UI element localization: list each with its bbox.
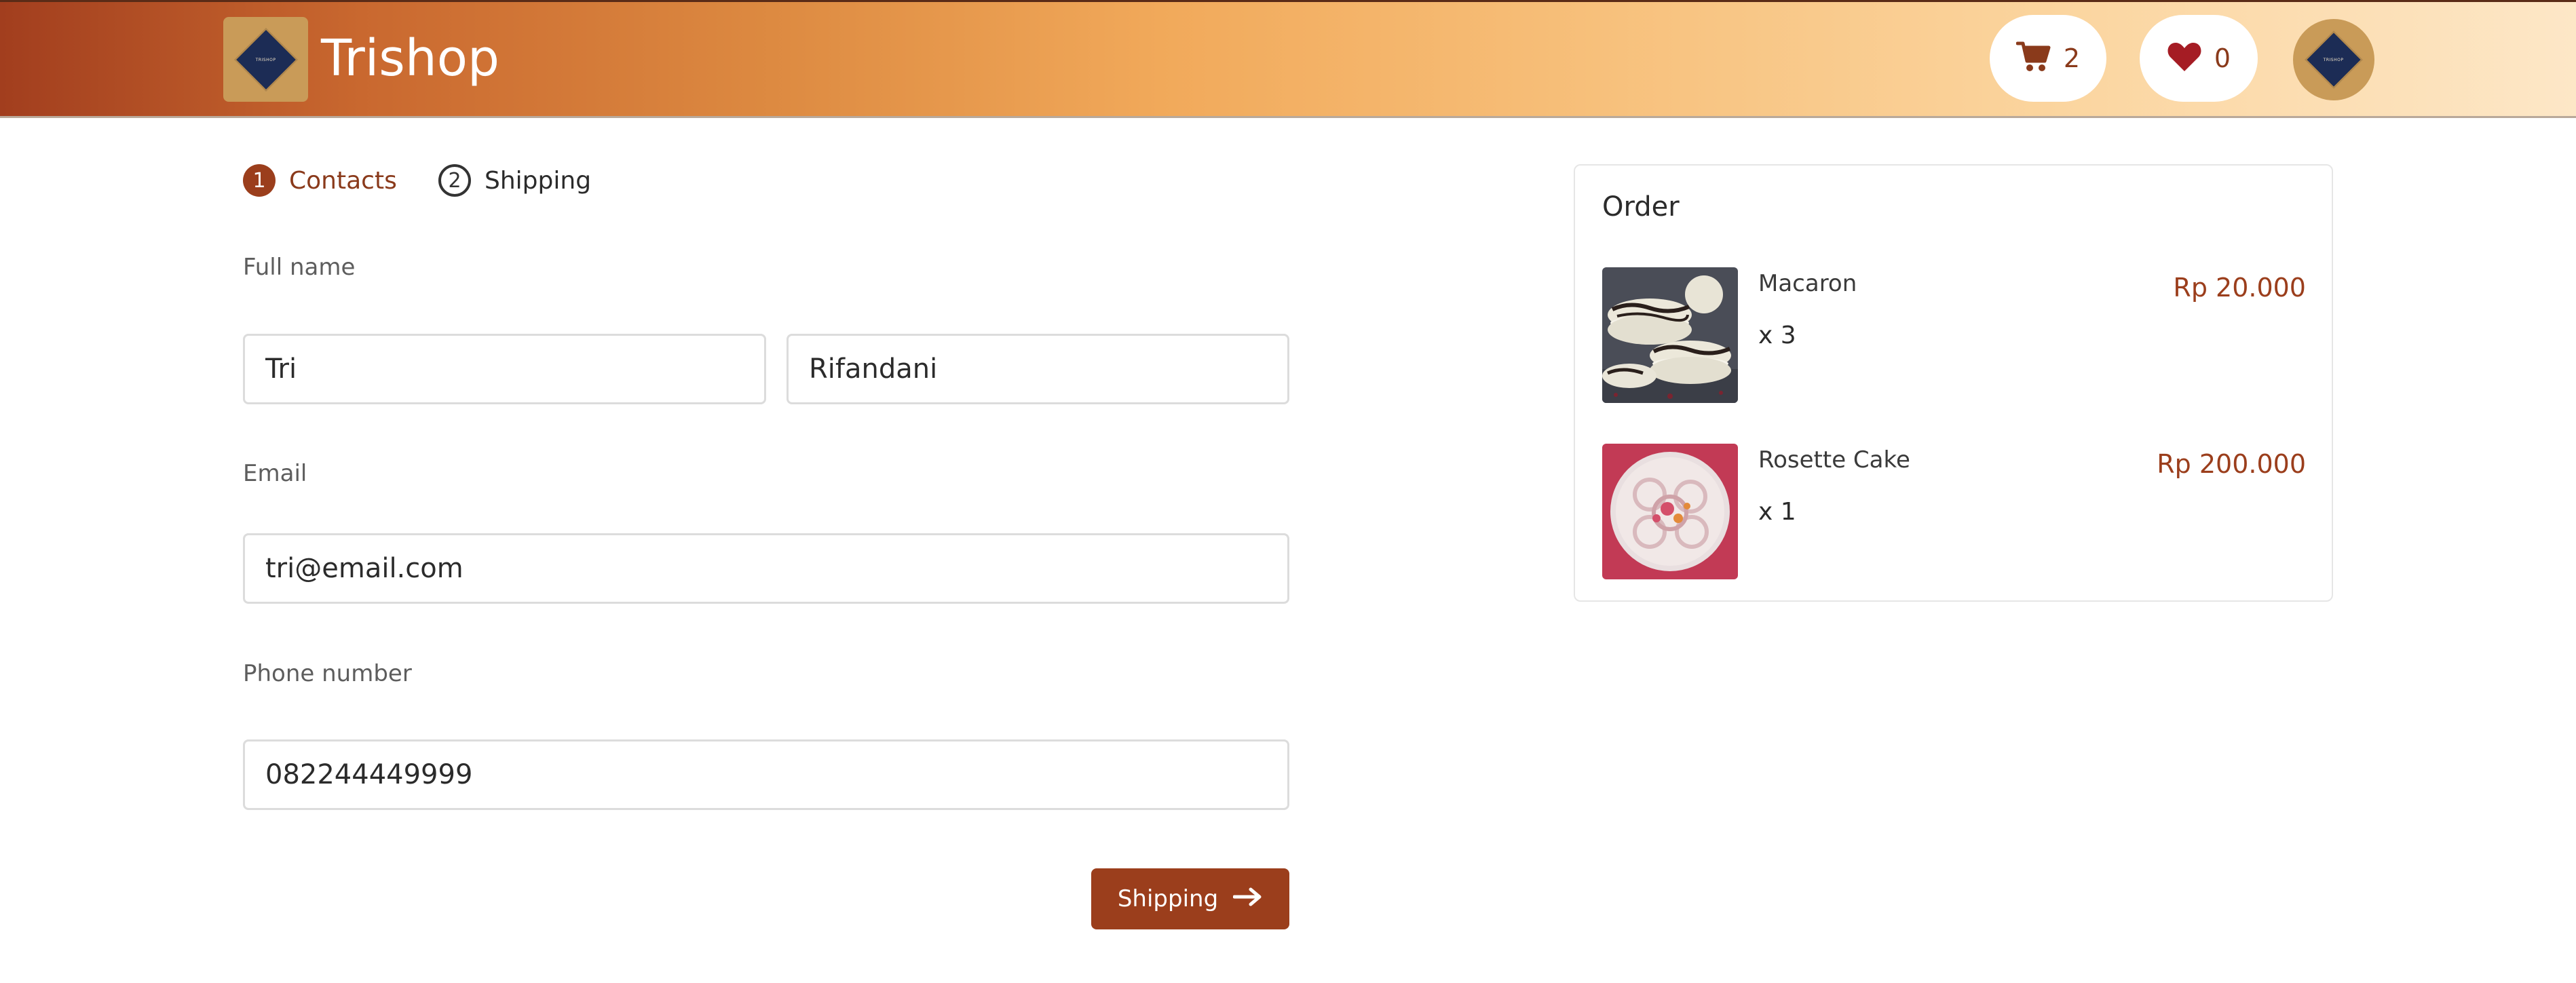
- order-title: Order: [1602, 191, 1680, 223]
- arrow-right-icon: [1232, 885, 1263, 912]
- top-navbar: TRISHOP Trishop 2 0 TRISHOP: [0, 0, 2576, 118]
- item-name: Rosette Cake: [1758, 446, 1910, 474]
- email-label: Email: [243, 460, 307, 487]
- header-top-border: [0, 0, 2576, 2]
- email-input[interactable]: [243, 533, 1289, 604]
- step-number: 2: [438, 164, 471, 197]
- wishlist-count: 0: [2214, 43, 2231, 73]
- order-item: Macaron x 3 Rp 20.000: [1602, 267, 2306, 403]
- avatar-diamond-icon: TRISHOP: [2305, 31, 2363, 89]
- cart-button[interactable]: 2: [1990, 15, 2106, 102]
- next-button-label: Shipping: [1117, 885, 1219, 912]
- full-name-label: Full name: [243, 254, 356, 281]
- next-shipping-button[interactable]: Shipping: [1091, 868, 1289, 929]
- brand-name[interactable]: Trishop: [321, 27, 499, 90]
- logo-diamond-icon: TRISHOP: [233, 27, 298, 92]
- cart-count: 2: [2063, 43, 2081, 73]
- step-contacts[interactable]: 1 Contacts: [243, 163, 397, 198]
- item-price: Rp 20.000: [2173, 273, 2306, 303]
- item-quantity: x 3: [1758, 322, 1796, 349]
- phone-input[interactable]: [243, 739, 1289, 810]
- rosette-cake-image: [1602, 444, 1738, 579]
- order-item: Rosette Cake x 1 Rp 200.000: [1602, 444, 2306, 579]
- first-name-input[interactable]: [243, 334, 766, 404]
- logo-text: TRISHOP: [255, 56, 276, 62]
- macaron-image: [1602, 267, 1738, 403]
- step-label: Contacts: [289, 166, 397, 195]
- step-number: 1: [243, 164, 276, 197]
- phone-label: Phone number: [243, 660, 412, 687]
- wishlist-button[interactable]: 0: [2140, 15, 2258, 102]
- logo[interactable]: TRISHOP: [223, 17, 308, 102]
- user-avatar[interactable]: TRISHOP: [2293, 19, 2374, 100]
- step-shipping[interactable]: 2 Shipping: [438, 163, 591, 198]
- shopping-cart-icon: [2015, 41, 2051, 76]
- last-name-input[interactable]: [787, 334, 1289, 404]
- item-quantity: x 1: [1758, 498, 1796, 526]
- item-name: Macaron: [1758, 270, 1857, 297]
- step-label: Shipping: [485, 166, 592, 195]
- heart-icon: [2167, 41, 2202, 75]
- avatar-text: TRISHOP: [2324, 57, 2344, 62]
- item-price: Rp 200.000: [2157, 449, 2306, 479]
- order-summary-card: Order Macaron x 3 Rp 20.000 Rosette Cake…: [1574, 164, 2333, 602]
